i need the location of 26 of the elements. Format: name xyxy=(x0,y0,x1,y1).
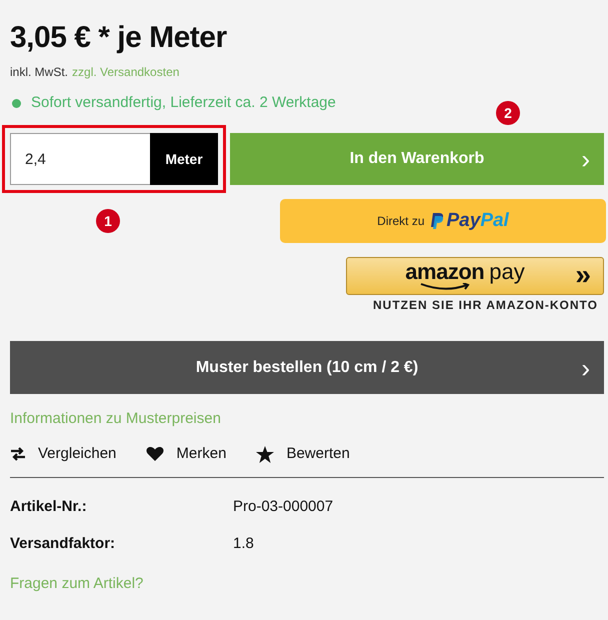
detail-value: Pro-03-000007 xyxy=(233,498,334,516)
action-link[interactable]: Merken xyxy=(146,445,226,463)
detail-label: Artikel-Nr.: xyxy=(10,498,88,516)
double-chevron-icon: » xyxy=(575,260,591,290)
smile-arrow-icon xyxy=(418,283,471,291)
tax-note: inkl. MwSt. xyxy=(10,64,68,80)
chevron-icon: › xyxy=(581,146,590,172)
annotation-badge: 1 xyxy=(96,209,120,233)
quantity-field[interactable]: 2,4 xyxy=(10,133,150,185)
order-sample-button[interactable]: Muster bestellen (10 cm / 2 €) › xyxy=(10,341,604,394)
paypal-button[interactable]: Direkt zu PayPal xyxy=(280,199,606,243)
detail-value: 1.8 xyxy=(233,535,255,553)
amazon-pay-button[interactable]: amazon pay » xyxy=(346,257,604,295)
action-link[interactable]: Bewerten xyxy=(256,445,350,463)
price: 3,05 € * je Meter xyxy=(10,20,228,56)
paypal-logo-icon xyxy=(430,212,444,230)
availability-text: Sofort versandfertig, Lieferzeit ca. 2 Werktage xyxy=(31,94,336,112)
chevron-icon: › xyxy=(581,354,590,380)
star-icon xyxy=(256,446,274,462)
action-link[interactable]: Vergleichen xyxy=(10,445,116,463)
annotation-badge: 2 xyxy=(496,101,520,125)
heart-icon xyxy=(146,446,164,462)
swap-arrows-icon xyxy=(10,447,26,461)
amazon-pay-caption: NUTZEN SIE IHR AMAZON-KONTO xyxy=(373,298,598,312)
unit-label: Meter xyxy=(150,133,218,185)
detail-label: Versandfaktor: xyxy=(10,535,116,553)
